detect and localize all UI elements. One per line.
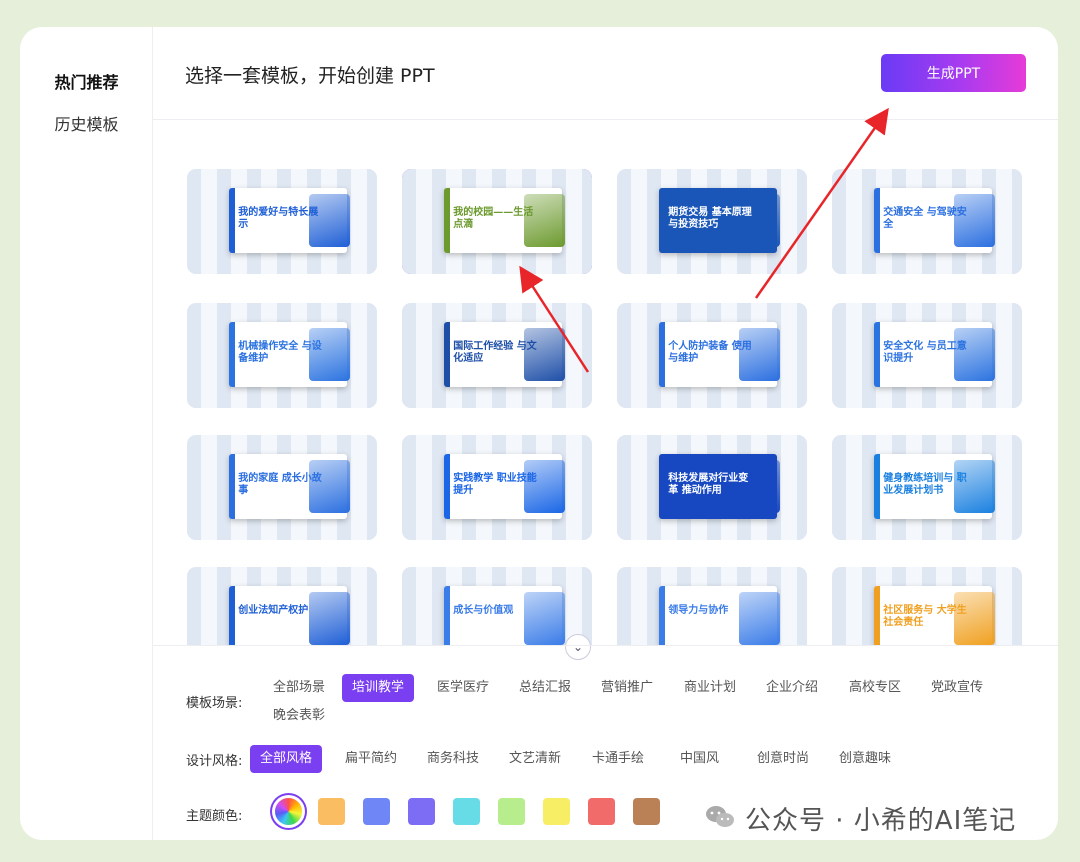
scene-chip[interactable]: 总结汇报 — [509, 674, 581, 702]
template-card[interactable]: 健身教练培训与 职业发展计划书 — [832, 435, 1022, 540]
style-chip[interactable]: 创意趣味 — [829, 745, 901, 773]
template-title: 期货交易 基本原理与投资技巧 — [668, 206, 752, 231]
style-chip[interactable]: 文艺清新 — [499, 745, 571, 773]
template-card[interactable]: 安全文化 与员工意识提升 — [832, 303, 1022, 408]
sidebar: 热门推荐 历史模板 — [20, 27, 153, 840]
wechat-logo-icon — [706, 806, 734, 827]
color-swatch[interactable] — [318, 798, 345, 825]
template-title: 机械操作安全 与设备维护 — [238, 340, 322, 365]
style-label: 设计风格: — [186, 754, 243, 769]
template-card[interactable]: 科技发展对行业变革 推动作用 — [617, 435, 807, 540]
template-card[interactable]: 我的家庭 成长小故事 — [187, 435, 377, 540]
template-title: 我的校园——生活点滴 — [453, 206, 534, 231]
color-swatch[interactable] — [453, 798, 480, 825]
color-swatch[interactable] — [408, 798, 435, 825]
template-title: 领导力与协作 — [668, 604, 729, 616]
template-card[interactable]: 我的校园——生活点滴 — [402, 169, 592, 274]
template-card[interactable]: 国际工作经验 与文化适应 — [402, 303, 592, 408]
scene-chip[interactable]: 高校专区 — [839, 674, 911, 702]
color-swatch[interactable] — [543, 798, 570, 825]
template-photo — [523, 592, 566, 645]
template-card[interactable]: 实践教学 职业技能提升 — [402, 435, 592, 540]
template-title: 我的爱好与特长展示 — [238, 206, 319, 231]
style-chip[interactable]: 商务科技 — [417, 745, 489, 773]
scene-chip[interactable]: 党政宣传 — [921, 674, 993, 702]
template-panel: 热门推荐 历史模板 选择一套模板，开始创建 PPT 生成PPT 我的爱好与特长展… — [20, 27, 1058, 840]
template-card[interactable]: 交通安全 与驾驶安全 — [832, 169, 1022, 274]
template-card[interactable]: 社区服务与 大学生社会责任 — [832, 567, 1022, 645]
template-title: 健身教练培训与 职业发展计划书 — [883, 472, 967, 497]
sidebar-item-hot[interactable]: 热门推荐 — [20, 69, 153, 93]
template-title: 我的家庭 成长小故事 — [238, 472, 322, 497]
style-chip[interactable]: 全部风格 — [250, 745, 323, 773]
template-card[interactable]: 领导力与协作 — [617, 567, 807, 645]
page-title: 选择一套模板，开始创建 PPT — [185, 65, 435, 87]
scene-chip[interactable]: 商业计划 — [674, 674, 746, 702]
template-card[interactable]: 成长与价值观 — [402, 567, 592, 645]
style-chip[interactable]: 卡通手绘 — [582, 745, 654, 773]
watermark-text: 公众号 · 小希的AI笔记 — [745, 806, 1017, 836]
scene-chip[interactable]: 医学医疗 — [427, 674, 499, 702]
scene-chip[interactable]: 企业介绍 — [756, 674, 828, 702]
color-swatch[interactable] — [498, 798, 525, 825]
color-swatch[interactable] — [633, 798, 660, 825]
template-card[interactable]: 创业法知产权护 — [187, 567, 377, 645]
template-card[interactable]: 期货交易 基本原理与投资技巧 — [617, 169, 807, 274]
template-title: 社区服务与 大学生社会责任 — [883, 604, 967, 629]
sidebar-item-history[interactable]: 历史模板 — [20, 111, 153, 135]
scene-chip[interactable]: 营销推广 — [591, 674, 663, 702]
color-label: 主题颜色: — [186, 809, 243, 824]
template-title: 实践教学 职业技能提升 — [453, 472, 537, 497]
template-card[interactable]: 我的爱好与特长展示 — [187, 169, 377, 274]
template-photo — [738, 592, 781, 645]
header: 选择一套模板，开始创建 PPT 生成PPT — [153, 27, 1058, 120]
scene-chip[interactable]: 培训教学 — [342, 674, 415, 702]
scene-label: 模板场景: — [186, 696, 243, 711]
template-grid: 我的爱好与特长展示 我的校园——生活点滴 期货交易 基本原理与投资技巧 交通安全 与驾… — [187, 142, 1023, 645]
style-chip[interactable]: 中国风 — [670, 745, 729, 773]
color-swatch[interactable] — [588, 798, 615, 825]
color-swatch[interactable] — [363, 798, 390, 825]
generate-ppt-button[interactable]: 生成PPT — [881, 54, 1026, 92]
color-swatch[interactable] — [275, 798, 302, 825]
template-title: 科技发展对行业变革 推动作用 — [668, 472, 749, 497]
scene-chip[interactable]: 全部场景 — [263, 674, 335, 702]
style-chip[interactable]: 扁平简约 — [335, 745, 407, 773]
style-chip[interactable]: 创意时尚 — [747, 745, 819, 773]
scene-chip[interactable]: 晚会表彰 — [263, 702, 335, 730]
template-title: 创业法知产权护 — [238, 604, 309, 616]
template-title: 成长与价值观 — [453, 604, 514, 616]
template-title: 安全文化 与员工意识提升 — [883, 340, 967, 365]
template-card[interactable]: 机械操作安全 与设备维护 — [187, 303, 377, 408]
template-title: 交通安全 与驾驶安全 — [883, 206, 967, 231]
template-card[interactable]: 个人防护装备 使用与维护 — [617, 303, 807, 408]
template-photo — [308, 592, 351, 645]
template-title: 国际工作经验 与文化适应 — [453, 340, 537, 365]
template-title: 个人防护装备 使用与维护 — [668, 340, 752, 365]
